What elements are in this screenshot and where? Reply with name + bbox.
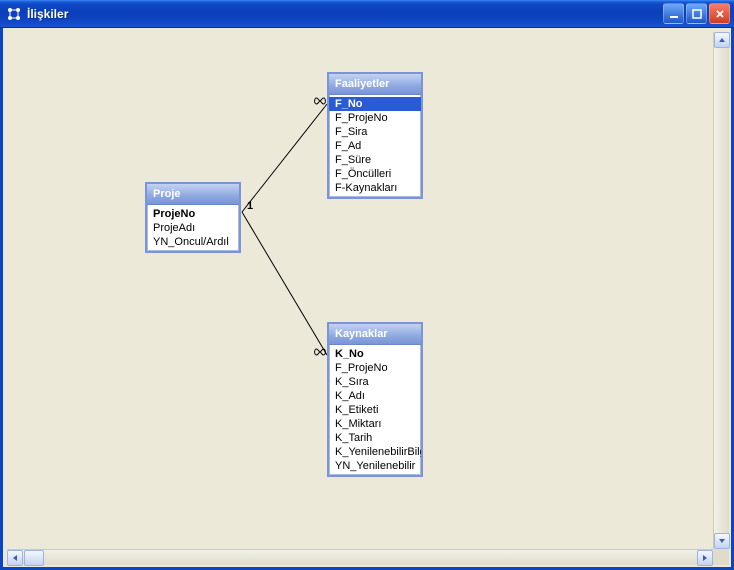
close-button[interactable] bbox=[709, 3, 730, 24]
scroll-corner bbox=[713, 549, 729, 565]
app-icon bbox=[6, 6, 22, 22]
entity-faaliyetler[interactable]: Faaliyetler F_No F_ProjeNo F_Sira F_Ad F… bbox=[327, 72, 423, 199]
window-titlebar: İlişkiler bbox=[0, 0, 734, 28]
table-row[interactable]: YN_Yenilenebilir bbox=[329, 459, 421, 473]
relationships-canvas[interactable]: 1 Proje ProjeNo ProjeAdı YN_Oncul/Ardıl … bbox=[7, 32, 713, 549]
table-row[interactable]: K_Tarih bbox=[329, 431, 421, 445]
table-row[interactable]: K_YenilenebilirBilg bbox=[329, 445, 421, 459]
minimize-button[interactable] bbox=[663, 3, 684, 24]
entity-field-list: K_No F_ProjeNo K_Sıra K_Adı K_Etiketi K_… bbox=[329, 345, 421, 475]
table-row[interactable]: F_Öncülleri bbox=[329, 167, 421, 181]
table-row[interactable]: F_Ad bbox=[329, 139, 421, 153]
table-row[interactable]: ProjeAdı bbox=[147, 221, 239, 235]
scrollbar-thumb[interactable] bbox=[24, 550, 44, 566]
entity-title[interactable]: Kaynaklar bbox=[329, 324, 421, 345]
table-row[interactable]: F_Süre bbox=[329, 153, 421, 167]
table-row[interactable]: K_Etiketi bbox=[329, 403, 421, 417]
table-row[interactable]: K_Adı bbox=[329, 389, 421, 403]
entity-field-list: F_No F_ProjeNo F_Sira F_Ad F_Süre F_Öncü… bbox=[329, 95, 421, 197]
scroll-left-button[interactable] bbox=[7, 550, 23, 566]
table-row[interactable]: F_ProjeNo bbox=[329, 361, 421, 375]
window-title: İlişkiler bbox=[27, 7, 663, 21]
cardinality-many-icon bbox=[313, 348, 327, 356]
scroll-down-button[interactable] bbox=[714, 533, 730, 549]
cardinality-many-icon bbox=[313, 97, 327, 105]
scroll-right-button[interactable] bbox=[697, 550, 713, 566]
scroll-up-button[interactable] bbox=[714, 32, 730, 48]
table-row[interactable]: K_No bbox=[329, 347, 421, 361]
entity-title[interactable]: Faaliyetler bbox=[329, 74, 421, 95]
entity-kaynaklar[interactable]: Kaynaklar K_No F_ProjeNo K_Sıra K_Adı K_… bbox=[327, 322, 423, 477]
table-row[interactable]: K_Sıra bbox=[329, 375, 421, 389]
entity-title[interactable]: Proje bbox=[147, 184, 239, 205]
table-row[interactable]: K_Miktarı bbox=[329, 417, 421, 431]
table-row[interactable]: F_Sira bbox=[329, 125, 421, 139]
cardinality-one: 1 bbox=[247, 200, 253, 212]
maximize-button[interactable] bbox=[686, 3, 707, 24]
table-row[interactable]: F_No bbox=[329, 97, 421, 111]
horizontal-scrollbar[interactable] bbox=[7, 549, 713, 565]
vertical-scrollbar[interactable] bbox=[713, 32, 729, 549]
table-row[interactable]: F_ProjeNo bbox=[329, 111, 421, 125]
entity-proje[interactable]: Proje ProjeNo ProjeAdı YN_Oncul/Ardıl bbox=[145, 182, 241, 253]
table-row[interactable]: YN_Oncul/Ardıl bbox=[147, 235, 239, 249]
client-frame: 1 Proje ProjeNo ProjeAdı YN_Oncul/Ardıl … bbox=[0, 28, 734, 570]
entity-field-list: ProjeNo ProjeAdı YN_Oncul/Ardıl bbox=[147, 205, 239, 251]
table-row[interactable]: F-Kaynakları bbox=[329, 181, 421, 195]
window-buttons bbox=[663, 3, 730, 24]
table-row[interactable]: ProjeNo bbox=[147, 207, 239, 221]
